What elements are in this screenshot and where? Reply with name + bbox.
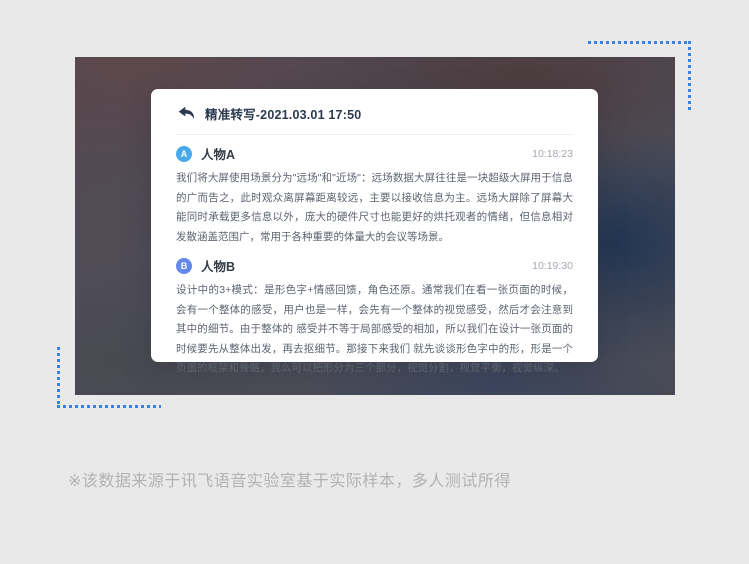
speaker-a-speech-text: 我们将大屏使用场景分为"远场"和"近场"：远场数据大屏往往是一块超级大屏用于信息… [176,169,573,247]
speaker-row: A 人物A 10:18:23 [176,144,573,163]
dotted-line-bottom-left-horizontal [57,405,161,408]
back-arrow-icon[interactable] [178,106,195,121]
dotted-line-bottom-left-vertical [57,347,60,407]
speaker-block-a: A 人物A 10:18:23 我们将大屏使用场景分为"远场"和"近场"：远场数据… [176,144,573,247]
speaker-row: B 人物B 10:19:30 [176,256,573,275]
speaker-b-speech-text: 设计中的3+模式：是形色字+情感回馈，角色还原。通常我们在看一张页面的时候， 会… [176,281,573,379]
speaker-block-b: B 人物B 10:19:30 设计中的3+模式：是形色字+情感回馈，角色还原。通… [176,256,573,379]
page: 精准转写-2021.03.01 17:50 A 人物A 10:18:23 我们将… [0,0,749,564]
transcript-card: 精准转写-2021.03.01 17:50 A 人物A 10:18:23 我们将… [151,89,598,362]
speaker-a-timestamp: 10:18:23 [532,148,573,160]
speaker-b-avatar: B [176,258,192,274]
dotted-line-top-right-vertical [688,41,691,113]
speaker-a-avatar: A [176,146,192,162]
data-source-footnote: ※该数据来源于讯飞语音实验室基于实际样本，多人测试所得 [68,467,511,491]
speaker-b-timestamp: 10:19:30 [532,260,573,272]
speaker-b-name: 人物B [201,256,235,275]
card-header: 精准转写-2021.03.01 17:50 [176,89,573,135]
card-title: 精准转写-2021.03.01 17:50 [205,104,361,123]
dotted-line-top-right-horizontal [588,41,691,44]
speaker-a-name: 人物A [201,144,235,163]
